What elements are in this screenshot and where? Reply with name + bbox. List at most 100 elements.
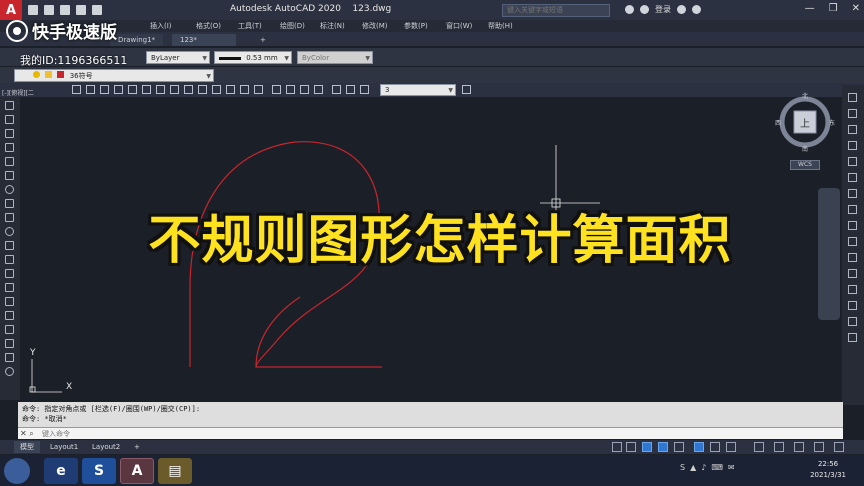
dim-break-icon[interactable] [240, 85, 249, 94]
rectangle-icon[interactable] [5, 157, 14, 166]
menu-draw[interactable]: 绘图(D) [280, 21, 305, 31]
mirror-icon[interactable] [848, 125, 857, 134]
restore-button[interactable]: ❐ [829, 3, 838, 14]
circle-icon[interactable] [5, 185, 14, 194]
save-icon[interactable] [60, 5, 70, 15]
compass-east[interactable]: 东 [829, 119, 835, 127]
ellipse-arc-icon[interactable] [5, 241, 14, 250]
menu-format[interactable]: 格式(O) [196, 21, 221, 31]
copy-icon[interactable] [848, 109, 857, 118]
menu-insert[interactable]: 插入(I) [150, 21, 172, 31]
dim-style-icon[interactable] [360, 85, 369, 94]
save-as-icon[interactable] [76, 5, 86, 15]
taskbar-clock[interactable]: 22:56 2021/3/31 [810, 459, 846, 481]
menu-dimension[interactable]: 标注(N) [320, 21, 345, 31]
autocad-logo-icon[interactable]: A [0, 0, 22, 20]
tolerance-icon[interactable] [254, 85, 263, 94]
arc-icon[interactable] [5, 171, 14, 180]
new-tab-button[interactable]: + [252, 34, 274, 46]
array-icon[interactable] [848, 157, 857, 166]
view-cube[interactable]: 上 北 南 西 东 [775, 92, 835, 153]
join-icon[interactable] [848, 285, 857, 294]
add-layout-button[interactable]: + [128, 441, 146, 453]
insert-block-icon[interactable] [5, 255, 14, 264]
baseline-dim-icon[interactable] [198, 85, 207, 94]
angular-dim-icon[interactable] [170, 85, 179, 94]
autocad-task-icon[interactable]: A [120, 458, 154, 484]
make-block-icon[interactable] [5, 269, 14, 278]
workspace-gear-icon[interactable] [774, 442, 784, 452]
chamfer-icon[interactable] [848, 301, 857, 310]
menu-window[interactable]: 窗口(W) [446, 21, 472, 31]
osnap-toggle-icon[interactable] [674, 442, 684, 452]
table-icon[interactable] [5, 339, 14, 348]
transparency-toggle-icon[interactable] [726, 442, 736, 452]
extend-icon[interactable] [848, 253, 857, 262]
dim-style-select[interactable]: 3 ▼ [380, 84, 456, 96]
user-icon[interactable] [640, 5, 649, 14]
otrack-toggle-icon[interactable] [694, 442, 704, 452]
command-customize-icon[interactable]: ✕ ⌕ [20, 429, 34, 439]
input-method-icon[interactable]: ⌨ [711, 463, 723, 472]
tab-model[interactable]: 模型 [14, 441, 40, 453]
color-select[interactable]: ByLayer ▼ [146, 51, 210, 64]
polygon-icon[interactable] [5, 143, 14, 152]
sogou-browser-icon[interactable]: S [82, 458, 116, 484]
tab-123[interactable]: 123* [172, 34, 236, 46]
new-file-icon[interactable] [28, 5, 38, 15]
menu-tools[interactable]: 工具(T) [238, 21, 262, 31]
inspect-icon[interactable] [286, 85, 295, 94]
close-button[interactable]: ✕ [852, 3, 860, 14]
open-file-icon[interactable] [44, 5, 54, 15]
continue-dim-icon[interactable] [212, 85, 221, 94]
revision-cloud-icon[interactable] [5, 199, 14, 208]
print-icon[interactable] [92, 5, 102, 15]
annotation-scale-icon[interactable] [754, 442, 764, 452]
jogged-dim-icon[interactable] [142, 85, 151, 94]
quick-dim-icon[interactable] [184, 85, 193, 94]
tab-layout1[interactable]: Layout1 [44, 441, 84, 453]
stretch-icon[interactable] [848, 221, 857, 230]
move-icon[interactable] [848, 173, 857, 182]
dim-update-icon[interactable] [346, 85, 355, 94]
center-mark-icon[interactable] [272, 85, 281, 94]
file-explorer-icon[interactable]: ▤ [158, 458, 192, 484]
search-input[interactable] [502, 4, 610, 17]
menu-modify[interactable]: 修改(M) [362, 21, 388, 31]
hatch-icon[interactable] [5, 297, 14, 306]
minimize-button[interactable]: — [805, 3, 815, 14]
help-icon[interactable] [692, 5, 701, 14]
tab-drawing1[interactable]: Drawing1* [110, 34, 164, 46]
menu-parametric[interactable]: 参数(P) [404, 21, 428, 31]
point-icon[interactable] [5, 283, 14, 292]
region-icon[interactable] [5, 325, 14, 334]
construction-line-icon[interactable] [5, 115, 14, 124]
rotate-icon[interactable] [848, 189, 857, 198]
isolate-objects-icon[interactable] [794, 442, 804, 452]
compass-west[interactable]: 西 [775, 120, 781, 127]
grid-toggle-icon[interactable] [612, 442, 622, 452]
login-link[interactable]: 登录 [655, 4, 671, 15]
sogou-ime-icon[interactable]: S [680, 463, 685, 472]
dim-space-icon[interactable] [226, 85, 235, 94]
add-selected-icon[interactable] [5, 367, 14, 376]
offset-icon[interactable] [848, 141, 857, 150]
customization-menu-icon[interactable] [834, 442, 844, 452]
explode-icon[interactable] [848, 333, 857, 342]
network-icon[interactable]: ▲ [690, 463, 696, 472]
scale-icon[interactable] [848, 205, 857, 214]
ordinate-dim-icon[interactable] [114, 85, 123, 94]
notification-icon[interactable]: ✉ [728, 463, 735, 472]
dim-edit-icon[interactable] [314, 85, 323, 94]
erase-icon[interactable] [848, 93, 857, 102]
jogged-linear-icon[interactable] [300, 85, 309, 94]
spline-icon[interactable] [5, 213, 14, 222]
arc-length-icon[interactable] [100, 85, 109, 94]
hardware-accel-icon[interactable] [814, 442, 824, 452]
linetype-select[interactable]: ByColor ▼ [297, 51, 373, 64]
lineweight-toggle-icon[interactable] [710, 442, 720, 452]
compass-north[interactable]: 北 [802, 92, 808, 100]
volume-icon[interactable]: ♪ [701, 463, 706, 472]
gradient-icon[interactable] [5, 311, 14, 320]
snap-toggle-icon[interactable] [626, 442, 636, 452]
